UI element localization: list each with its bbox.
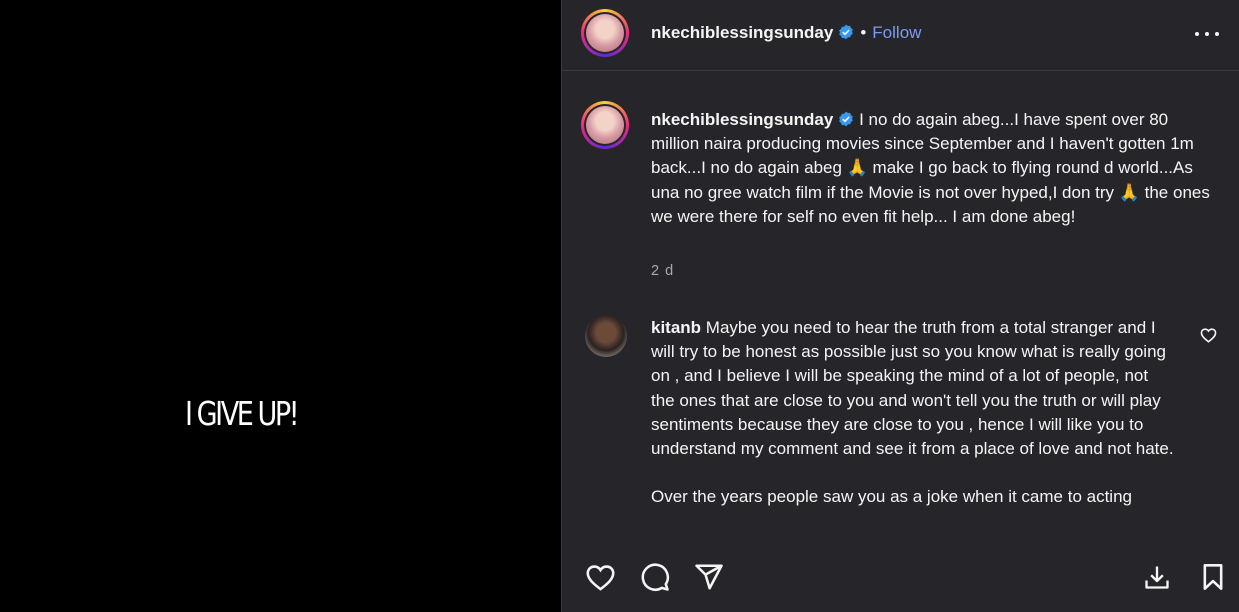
commenter-avatar[interactable] bbox=[585, 315, 627, 357]
separator-dot: • bbox=[860, 23, 867, 42]
comment-username[interactable]: kitanb bbox=[651, 318, 701, 337]
comment-icon[interactable] bbox=[640, 562, 670, 592]
download-icon[interactable] bbox=[1143, 563, 1171, 591]
post-side-panel: nkechiblessingsunday • Follow nkechiblessi… bbox=[561, 0, 1239, 612]
caption-avatar[interactable] bbox=[581, 101, 629, 149]
post-timestamp[interactable]: 2 d bbox=[651, 263, 674, 279]
action-bar bbox=[562, 544, 1239, 612]
comment: kitanb Maybe you need to hear the truth … bbox=[651, 316, 1176, 544]
comment-like-heart-icon[interactable] bbox=[1200, 327, 1217, 343]
comment-body: Maybe you need to hear the truth from a … bbox=[651, 318, 1174, 459]
bookmark-icon[interactable] bbox=[1200, 563, 1226, 591]
header-username[interactable]: nkechiblessingsunday bbox=[651, 23, 833, 42]
caption-username[interactable]: nkechiblessingsunday bbox=[651, 110, 833, 129]
media-caption-text: I GIVE UP! bbox=[185, 394, 300, 433]
verified-badge-icon bbox=[839, 24, 854, 40]
header-line: nkechiblessingsunday • Follow bbox=[651, 23, 921, 43]
caption-text: nkechiblessingsunday I no do again abeg.… bbox=[651, 108, 1221, 229]
author-avatar[interactable] bbox=[581, 9, 629, 57]
send-icon[interactable] bbox=[694, 562, 724, 592]
more-icon[interactable] bbox=[1194, 25, 1220, 43]
comment-body-continued: Over the years people saw you as a joke … bbox=[651, 487, 1132, 507]
follow-button[interactable]: Follow bbox=[872, 23, 921, 42]
post-media: I GIVE UP! bbox=[0, 0, 561, 612]
heart-icon[interactable] bbox=[585, 563, 616, 591]
verified-badge-icon bbox=[839, 111, 854, 127]
post-header: nkechiblessingsunday • Follow bbox=[562, 0, 1239, 71]
